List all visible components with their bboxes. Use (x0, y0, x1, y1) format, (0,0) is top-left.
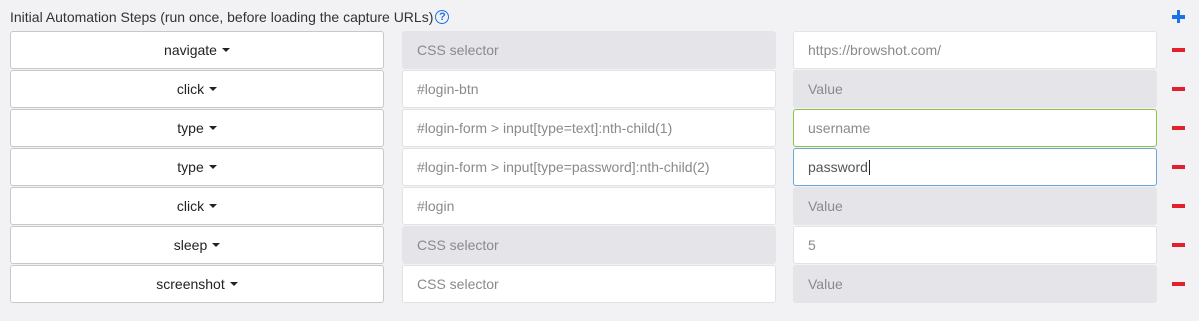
action-label: type (177, 159, 204, 175)
remove-step-icon[interactable] (1172, 87, 1185, 91)
section-title: Initial Automation Steps (run once, befo… (10, 9, 434, 25)
action-dropdown[interactable]: screenshot (10, 265, 384, 303)
action-label: click (176, 81, 205, 97)
step-row: click #login Value (0, 187, 1199, 225)
step-row: sleep CSS selector 5 (0, 226, 1199, 264)
action-label: click (176, 198, 205, 214)
value-input[interactable]: https://browshot.com/ (793, 31, 1157, 69)
selector-placeholder: CSS selector (417, 237, 499, 253)
selector-text: #login-form > input[type=password]:nth-c… (417, 159, 710, 175)
caret-down-icon (208, 165, 217, 169)
add-step-icon[interactable] (1172, 10, 1186, 24)
value-text: password (808, 159, 868, 175)
value-input: Value (793, 70, 1157, 108)
selector-input[interactable]: CSS selector (402, 265, 776, 303)
caret-down-icon (209, 204, 218, 208)
value-input[interactable]: username (793, 109, 1157, 147)
value-placeholder: Value (808, 198, 843, 214)
selector-text: #login-btn (417, 81, 479, 97)
selector-text: #login (417, 198, 455, 214)
action-dropdown[interactable]: sleep (10, 226, 384, 264)
action-dropdown[interactable]: type (10, 148, 384, 186)
action-dropdown[interactable]: click (10, 187, 384, 225)
selector-input[interactable]: #login-form > input[type=text]:nth-child… (402, 109, 776, 147)
selector-placeholder: CSS selector (417, 276, 499, 292)
step-row: navigate CSS selector https://browshot.c… (0, 31, 1199, 69)
text-cursor (868, 159, 870, 175)
selector-text: #login-form > input[type=text]:nth-child… (417, 120, 673, 136)
value-text: https://browshot.com/ (808, 42, 942, 58)
help-icon[interactable]: ? (435, 10, 450, 24)
value-placeholder: Value (808, 276, 843, 292)
step-row: screenshot CSS selector Value (0, 265, 1199, 303)
value-text: 5 (808, 237, 816, 253)
selector-input: CSS selector (402, 31, 776, 69)
caret-down-icon (212, 243, 221, 247)
selector-input[interactable]: #login-btn (402, 70, 776, 108)
caret-down-icon (209, 87, 218, 91)
value-input: Value (793, 265, 1157, 303)
remove-step-icon[interactable] (1172, 282, 1185, 286)
remove-step-icon[interactable] (1172, 243, 1185, 247)
selector-input[interactable]: #login-form > input[type=password]:nth-c… (402, 148, 776, 186)
caret-down-icon (208, 126, 217, 130)
step-row: click #login-btn Value (0, 70, 1199, 108)
action-label: screenshot (156, 276, 225, 292)
remove-step-icon[interactable] (1172, 126, 1185, 130)
step-row: type #login-form > input[type=text]:nth-… (0, 109, 1199, 147)
selector-placeholder: CSS selector (417, 42, 499, 58)
action-label: type (177, 120, 204, 136)
caret-down-icon (229, 282, 238, 286)
step-row: type #login-form > input[type=password]:… (0, 148, 1199, 186)
action-dropdown[interactable]: type (10, 109, 384, 147)
remove-step-icon[interactable] (1172, 48, 1185, 52)
value-input[interactable]: password (793, 148, 1157, 186)
value-text: username (808, 120, 871, 136)
value-input: Value (793, 187, 1157, 225)
remove-step-icon[interactable] (1172, 165, 1185, 169)
selector-input: CSS selector (402, 226, 776, 264)
action-label: sleep (173, 237, 208, 253)
value-placeholder: Value (808, 81, 843, 97)
remove-step-icon[interactable] (1172, 204, 1185, 208)
action-dropdown[interactable]: navigate (10, 31, 384, 69)
section-header: Initial Automation Steps (run once, befo… (10, 9, 450, 25)
action-label: navigate (164, 42, 217, 58)
caret-down-icon (221, 48, 230, 52)
selector-input[interactable]: #login (402, 187, 776, 225)
value-input[interactable]: 5 (793, 226, 1157, 264)
action-dropdown[interactable]: click (10, 70, 384, 108)
